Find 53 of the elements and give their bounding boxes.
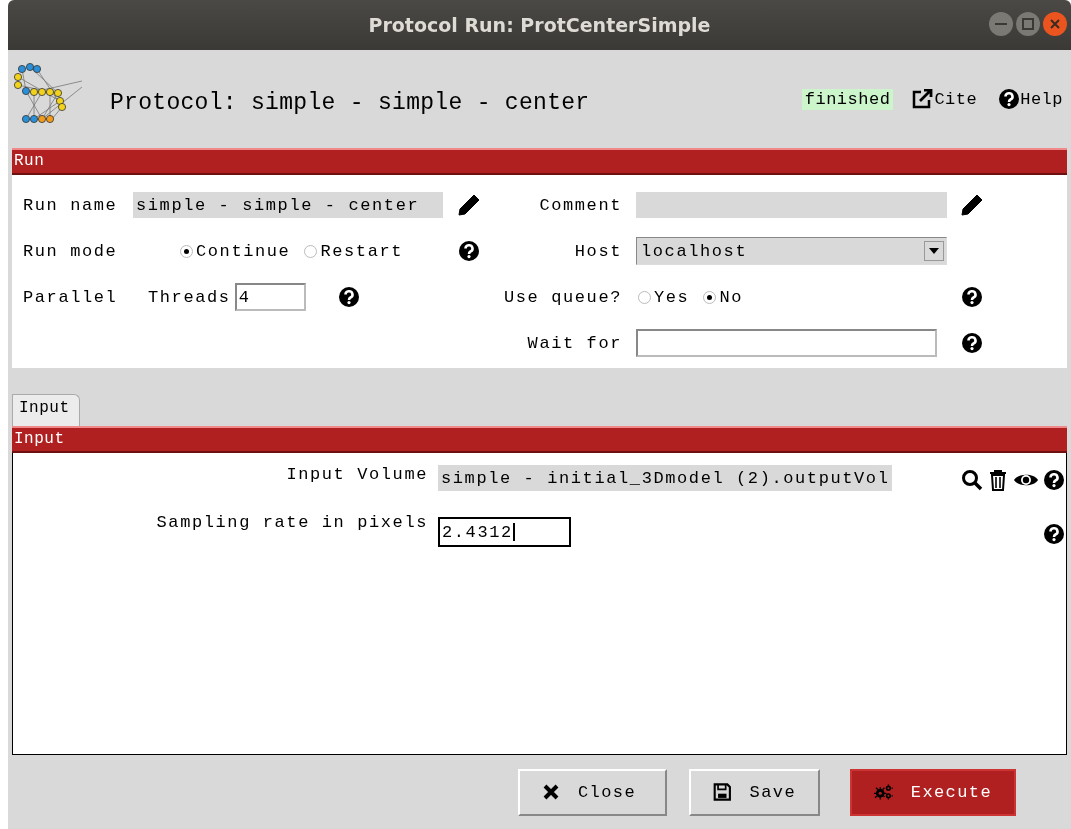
window-title: Protocol Run: ProtCenterSimple [368,14,711,36]
field-label: Sampling rate in pixels [155,513,429,532]
input-field[interactable]: 2.4312 [438,517,571,547]
field-label: Wait for [527,333,623,353]
wait-for-field[interactable] [636,329,937,357]
close-button[interactable]: Close [518,768,667,816]
run-name-field[interactable]: simple - simple - center [133,192,443,218]
radio-button[interactable] [638,290,651,304]
input-field[interactable]: simple - initial_3Dmodel (2).outputVol [438,465,893,491]
help-icon[interactable] [1044,524,1064,544]
threads-field[interactable]: 4 [234,283,306,311]
help-icon [999,89,1020,109]
field-label: Comment [539,195,623,215]
tab[interactable]: Input [12,394,80,426]
save-button[interactable]: Save [689,768,820,816]
caret-icon [929,248,939,254]
section-header: Input [12,426,1067,453]
close-icon [542,783,560,801]
field-label: Threads [148,287,231,307]
host-dropdown[interactable]: localhost [636,237,947,265]
execute-button[interactable]: Execute [850,768,1016,816]
field-label: Host [574,241,623,261]
maximize-button[interactable] [1016,12,1040,36]
search-icon[interactable] [961,469,983,491]
radio-label: No [719,287,743,307]
protocol-title: Protocol: simple - simple - center [110,90,591,116]
field-label: Run name [23,195,119,215]
minimize-button[interactable] [989,12,1013,36]
radio-label: Continue [196,241,291,261]
close-button[interactable] [1043,12,1067,36]
cite-link[interactable]: Cite [911,89,978,109]
help-link[interactable]: Help [999,89,1063,109]
field-label: Parallel [23,287,119,307]
external-link-icon [911,89,934,109]
radio-button[interactable] [703,290,717,304]
field-label: Use queue? [503,287,623,307]
section-header: Run [12,148,1067,175]
help-icon[interactable] [1044,470,1064,490]
help-icon[interactable] [962,287,982,307]
help-icon[interactable] [459,241,479,261]
radio-label: Restart [320,241,404,261]
pencil-icon[interactable] [457,193,481,217]
trash-icon[interactable] [988,469,1008,491]
help-icon[interactable] [338,287,359,307]
field-label: Input Volume [285,465,429,484]
comment-field[interactable] [636,192,947,218]
radio-label: Yes [654,287,690,307]
radio-button[interactable] [304,244,318,258]
field-label: Run mode [23,241,119,261]
help-icon[interactable] [962,333,982,353]
pencil-icon[interactable] [960,193,984,217]
status-badge: finished [801,88,894,110]
radio-button[interactable] [180,244,193,258]
